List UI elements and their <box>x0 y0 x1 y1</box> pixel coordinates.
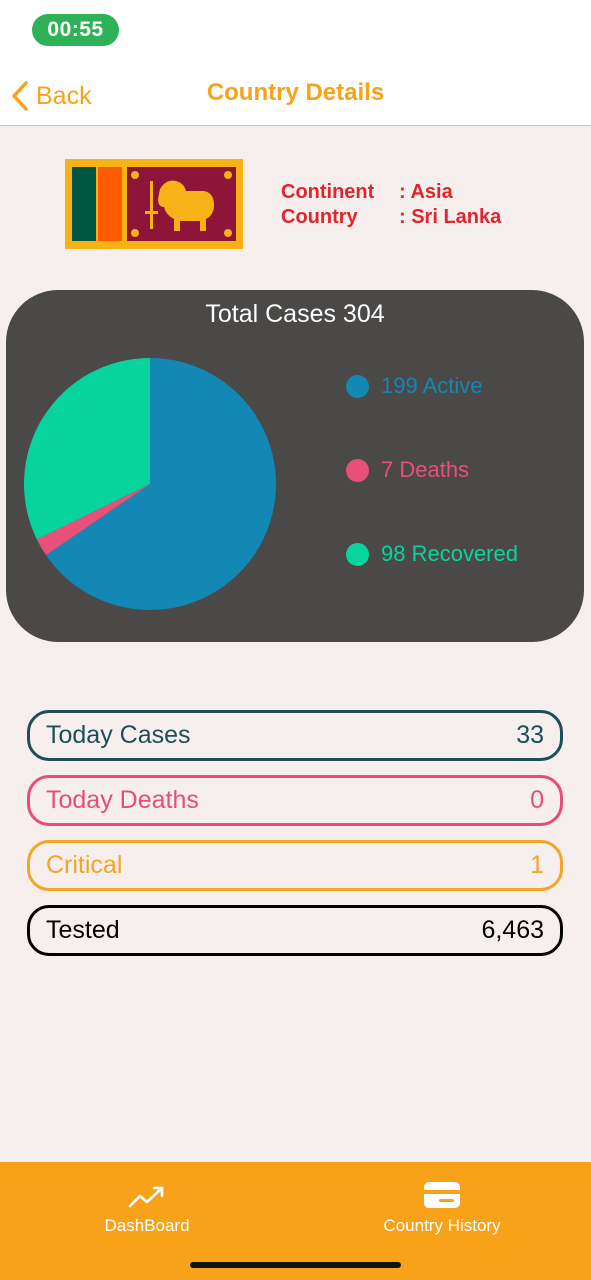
legend-recovered: 98 Recovered <box>346 541 518 567</box>
pie-chart <box>23 358 277 610</box>
home-indicator <box>190 1262 401 1268</box>
country-flag <box>65 159 243 249</box>
legend-label-deaths: 7 Deaths <box>381 457 470 482</box>
tab-dashboard-label: DashBoard <box>104 1216 190 1235</box>
stat-label: Today Deaths <box>46 786 199 814</box>
page-title: Country Details <box>206 79 385 106</box>
legend-deaths: 7 Deaths <box>346 457 469 483</box>
country-info: Continent : Asia Country : Sri Lanka <box>281 180 501 230</box>
country-key: Country <box>281 206 358 228</box>
cases-chart-card: Total Cases 304 199 Active 7 Deaths 98 R… <box>6 290 584 642</box>
tab-country-history[interactable]: Country History <box>372 1162 512 1242</box>
stat-value: 6,463 <box>481 916 544 944</box>
legend-dot-recovered <box>346 542 369 566</box>
tab-dashboard[interactable]: DashBoard <box>96 1162 198 1242</box>
stat-value: 33 <box>516 721 544 749</box>
tab-country-history-label: Country History <box>383 1216 501 1235</box>
legend-label-recovered: 98 Recovered <box>381 541 518 566</box>
legend-label-active: 199 Active <box>381 373 483 398</box>
stat-value: 1 <box>530 851 544 879</box>
trending-up-icon <box>128 1186 164 1208</box>
legend-dot-active <box>346 374 369 398</box>
card-icon <box>424 1182 460 1208</box>
navigation-header: 00:55 Back Country Details <box>0 0 591 126</box>
status-time: 00:55 <box>32 14 119 46</box>
continent-value: : Asia <box>399 181 453 203</box>
stat-today-cases: Today Cases 33 <box>27 710 563 761</box>
stat-today-deaths: Today Deaths 0 <box>27 775 563 826</box>
stat-tested: Tested 6,463 <box>27 905 563 956</box>
stat-critical: Critical 1 <box>27 840 563 891</box>
country-value: : Sri Lanka <box>399 206 502 228</box>
stat-label: Today Cases <box>46 721 191 749</box>
stat-label: Critical <box>46 851 123 879</box>
stat-value: 0 <box>530 786 544 814</box>
stat-label: Tested <box>46 916 120 944</box>
legend-dot-deaths <box>346 458 369 482</box>
legend-active: 199 Active <box>346 373 483 399</box>
continent-key: Continent <box>281 181 375 203</box>
